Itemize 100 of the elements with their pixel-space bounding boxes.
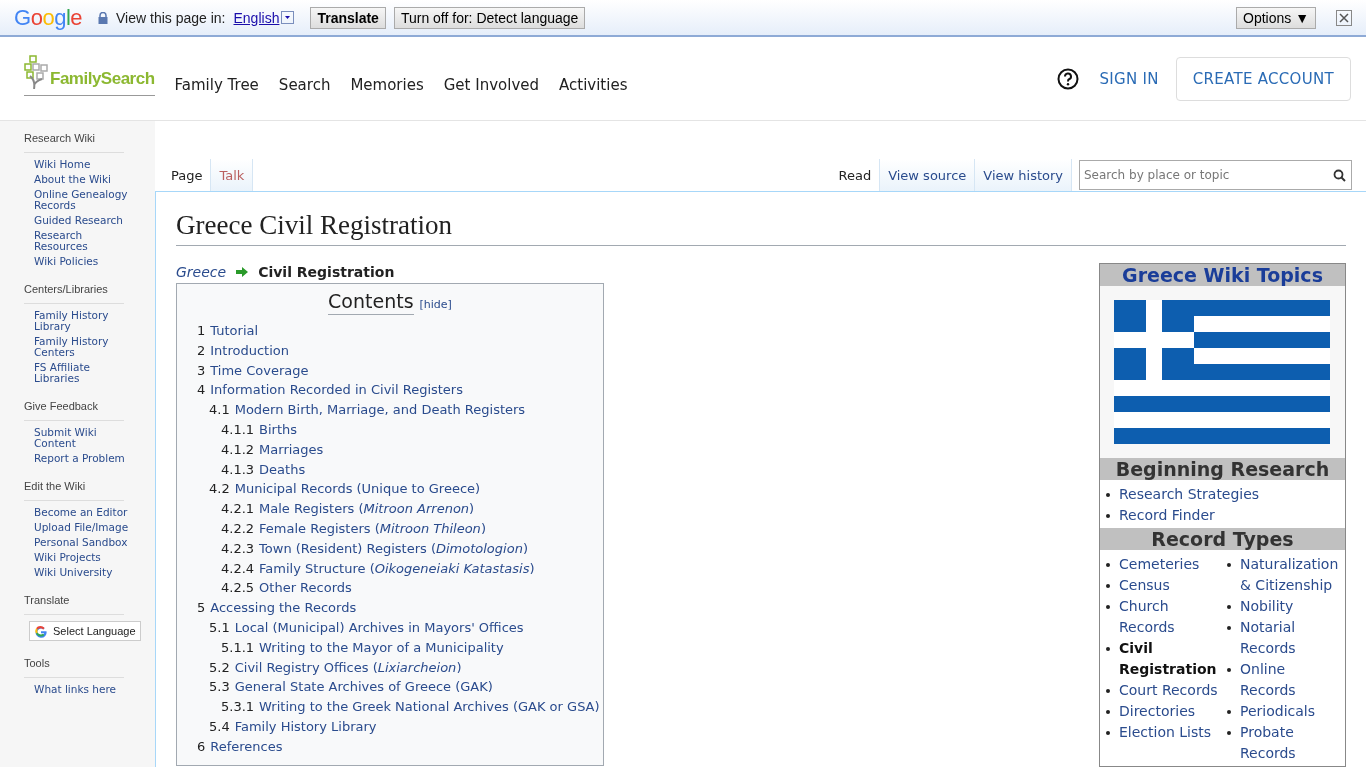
sidebar-link[interactable]: What links here: [34, 684, 138, 695]
sidebar-link[interactable]: About the Wiki: [34, 174, 138, 185]
help-icon[interactable]: [1057, 67, 1080, 90]
breadcrumb-link[interactable]: Greece: [176, 264, 227, 280]
toc-number: 5.3.1: [221, 699, 255, 715]
toc-number: 1: [197, 323, 206, 338]
topic-link[interactable]: Nobility: [1240, 596, 1294, 617]
sidebar-link[interactable]: Wiki University: [34, 567, 138, 578]
bullet-icon: [1227, 626, 1231, 630]
toc-link[interactable]: Town (Resident) Registers (Dimotologion): [259, 540, 528, 556]
toc-link[interactable]: Time Coverage: [210, 362, 309, 378]
toc-link[interactable]: Marriages: [259, 441, 324, 457]
google-logo: Google: [14, 4, 82, 31]
topic-link[interactable]: Cemeteries: [1119, 554, 1200, 575]
toc-link[interactable]: Introduction: [210, 342, 289, 358]
sidebar-link[interactable]: Wiki Policies: [34, 256, 138, 267]
translate-button[interactable]: Translate: [310, 6, 386, 29]
create-account-button[interactable]: CREATE ACCOUNT: [1175, 56, 1351, 101]
topic-link[interactable]: Court Records: [1119, 680, 1218, 701]
close-icon[interactable]: [1336, 9, 1352, 26]
toc-link[interactable]: Information Recorded in Civil Registers: [210, 382, 463, 398]
toc-link[interactable]: Accessing the Records: [210, 600, 357, 616]
bullet-icon: [1106, 584, 1110, 588]
toc-link[interactable]: Tutorial: [210, 323, 259, 338]
toc-link[interactable]: Deaths: [259, 461, 306, 477]
nav-link[interactable]: Activities: [559, 75, 628, 94]
nav-link[interactable]: Family Tree: [174, 75, 259, 94]
page-tab[interactable]: Talk: [211, 159, 254, 191]
sidebar-link[interactable]: Report a Problem: [34, 453, 138, 464]
sidebar-link[interactable]: Personal Sandbox: [34, 537, 138, 548]
sidebar-link[interactable]: Upload File/Image: [34, 522, 138, 533]
toc-number: 4: [197, 382, 206, 398]
toc-link[interactable]: Other Records: [259, 580, 352, 596]
dropdown-icon[interactable]: [281, 11, 295, 24]
topic-link[interactable]: Notarial Records: [1240, 617, 1327, 659]
topic-link[interactable]: Civil Registration: [1119, 638, 1221, 680]
toc-link[interactable]: Male Registers (Mitroon Arrenon): [259, 501, 475, 517]
topic-link[interactable]: Census: [1119, 575, 1170, 596]
sidebar-link[interactable]: Guided Research: [34, 215, 138, 226]
toc-number: 4.2.5: [221, 580, 255, 596]
toc-number: 5.1: [209, 619, 230, 635]
language-link[interactable]: English: [233, 9, 280, 26]
topic-link[interactable]: Record Finder: [1119, 505, 1215, 526]
toc-link[interactable]: Modern Birth, Marriage, and Death Registers: [234, 402, 526, 418]
sidebar-link[interactable]: Wiki Projects: [34, 552, 138, 563]
toc-number: 4.2.3: [221, 540, 255, 556]
select-language-button[interactable]: Select Language: [29, 621, 141, 641]
bullet-icon: [1227, 731, 1231, 735]
topic-link[interactable]: Online Records: [1240, 659, 1327, 701]
toc-link[interactable]: Family History Library: [234, 718, 377, 734]
sidebar-heading: Tools: [24, 657, 124, 678]
search-field[interactable]: Search by place or topic: [1079, 160, 1352, 190]
toc-number: 6: [197, 738, 206, 754]
topic-link[interactable]: Periodicals: [1240, 701, 1315, 722]
toc-link[interactable]: References: [210, 738, 283, 754]
search-icon[interactable]: [1333, 169, 1346, 182]
toc-link[interactable]: Births: [259, 422, 298, 437]
toc-link[interactable]: General State Archives of Greece (GAK): [234, 679, 493, 695]
bullet-icon: [1227, 605, 1231, 609]
sidebar-link[interactable]: Submit Wiki Content: [34, 427, 138, 449]
toc-number: 2: [197, 342, 206, 358]
turn-off-button[interactable]: Turn off for: Detect language: [393, 6, 586, 29]
bullet-icon: [1227, 668, 1231, 672]
toc-link[interactable]: Female Registers (Mitroon Thileon): [259, 520, 486, 536]
sidebar-link[interactable]: Family History Centers: [34, 336, 138, 358]
sidebar-link[interactable]: Online Genealogy Records: [34, 189, 138, 211]
bullet-icon: [1106, 710, 1110, 714]
nav-link[interactable]: Memories: [350, 75, 424, 94]
options-button[interactable]: Options ▼: [1236, 6, 1316, 29]
google-icon: [34, 624, 48, 638]
sidebar-link[interactable]: Family History Library: [34, 310, 138, 332]
view-tab[interactable]: View source: [880, 159, 976, 191]
infobox-title: Greece Wiki Topics: [1100, 264, 1345, 286]
topic-link[interactable]: Directories: [1119, 701, 1196, 722]
toc-number: 4.1.3: [221, 461, 255, 477]
topic-link[interactable]: Research Strategies: [1119, 484, 1260, 505]
toc-link[interactable]: Writing to the Mayor of a Municipality: [259, 639, 504, 655]
toc-link[interactable]: Family Structure (Oikogeneiaki Katastasis): [259, 560, 535, 576]
translate-prompt: View this page in:: [116, 9, 226, 26]
sidebar-link[interactable]: FS Affiliate Libraries: [34, 362, 138, 384]
nav-link[interactable]: Search: [278, 75, 331, 94]
hide-link[interactable]: [hide]: [419, 298, 452, 311]
view-tab[interactable]: View history: [975, 159, 1072, 191]
toc-link[interactable]: Municipal Records (Unique to Greece): [234, 481, 481, 497]
bullet-icon: [1227, 710, 1231, 714]
toc-link[interactable]: Civil Registry Offices (Lixiarcheion): [234, 659, 462, 675]
sidebar-link[interactable]: Wiki Home: [34, 159, 138, 170]
topic-link[interactable]: Naturalization & Citizenship: [1240, 554, 1339, 596]
nav-link[interactable]: Get Involved: [443, 75, 540, 94]
toc-link[interactable]: Local (Municipal) Archives in Mayors' Offices: [234, 619, 524, 635]
toc-number: 5.2: [209, 659, 230, 675]
sidebar-link[interactable]: Research Resources: [34, 230, 138, 252]
arrow-icon: [236, 267, 249, 277]
sign-in-link[interactable]: SIGN IN: [1099, 69, 1159, 88]
topic-link[interactable]: Church Records: [1119, 596, 1221, 638]
toc-link[interactable]: Writing to the Greek National Archives (GAK or GSA): [259, 699, 600, 715]
topic-link[interactable]: Election Lists: [1119, 722, 1212, 743]
sidebar-link[interactable]: Become an Editor: [34, 507, 138, 518]
infobox-heading: Beginning Research: [1100, 458, 1345, 480]
topic-link[interactable]: Probate Records: [1240, 722, 1327, 764]
